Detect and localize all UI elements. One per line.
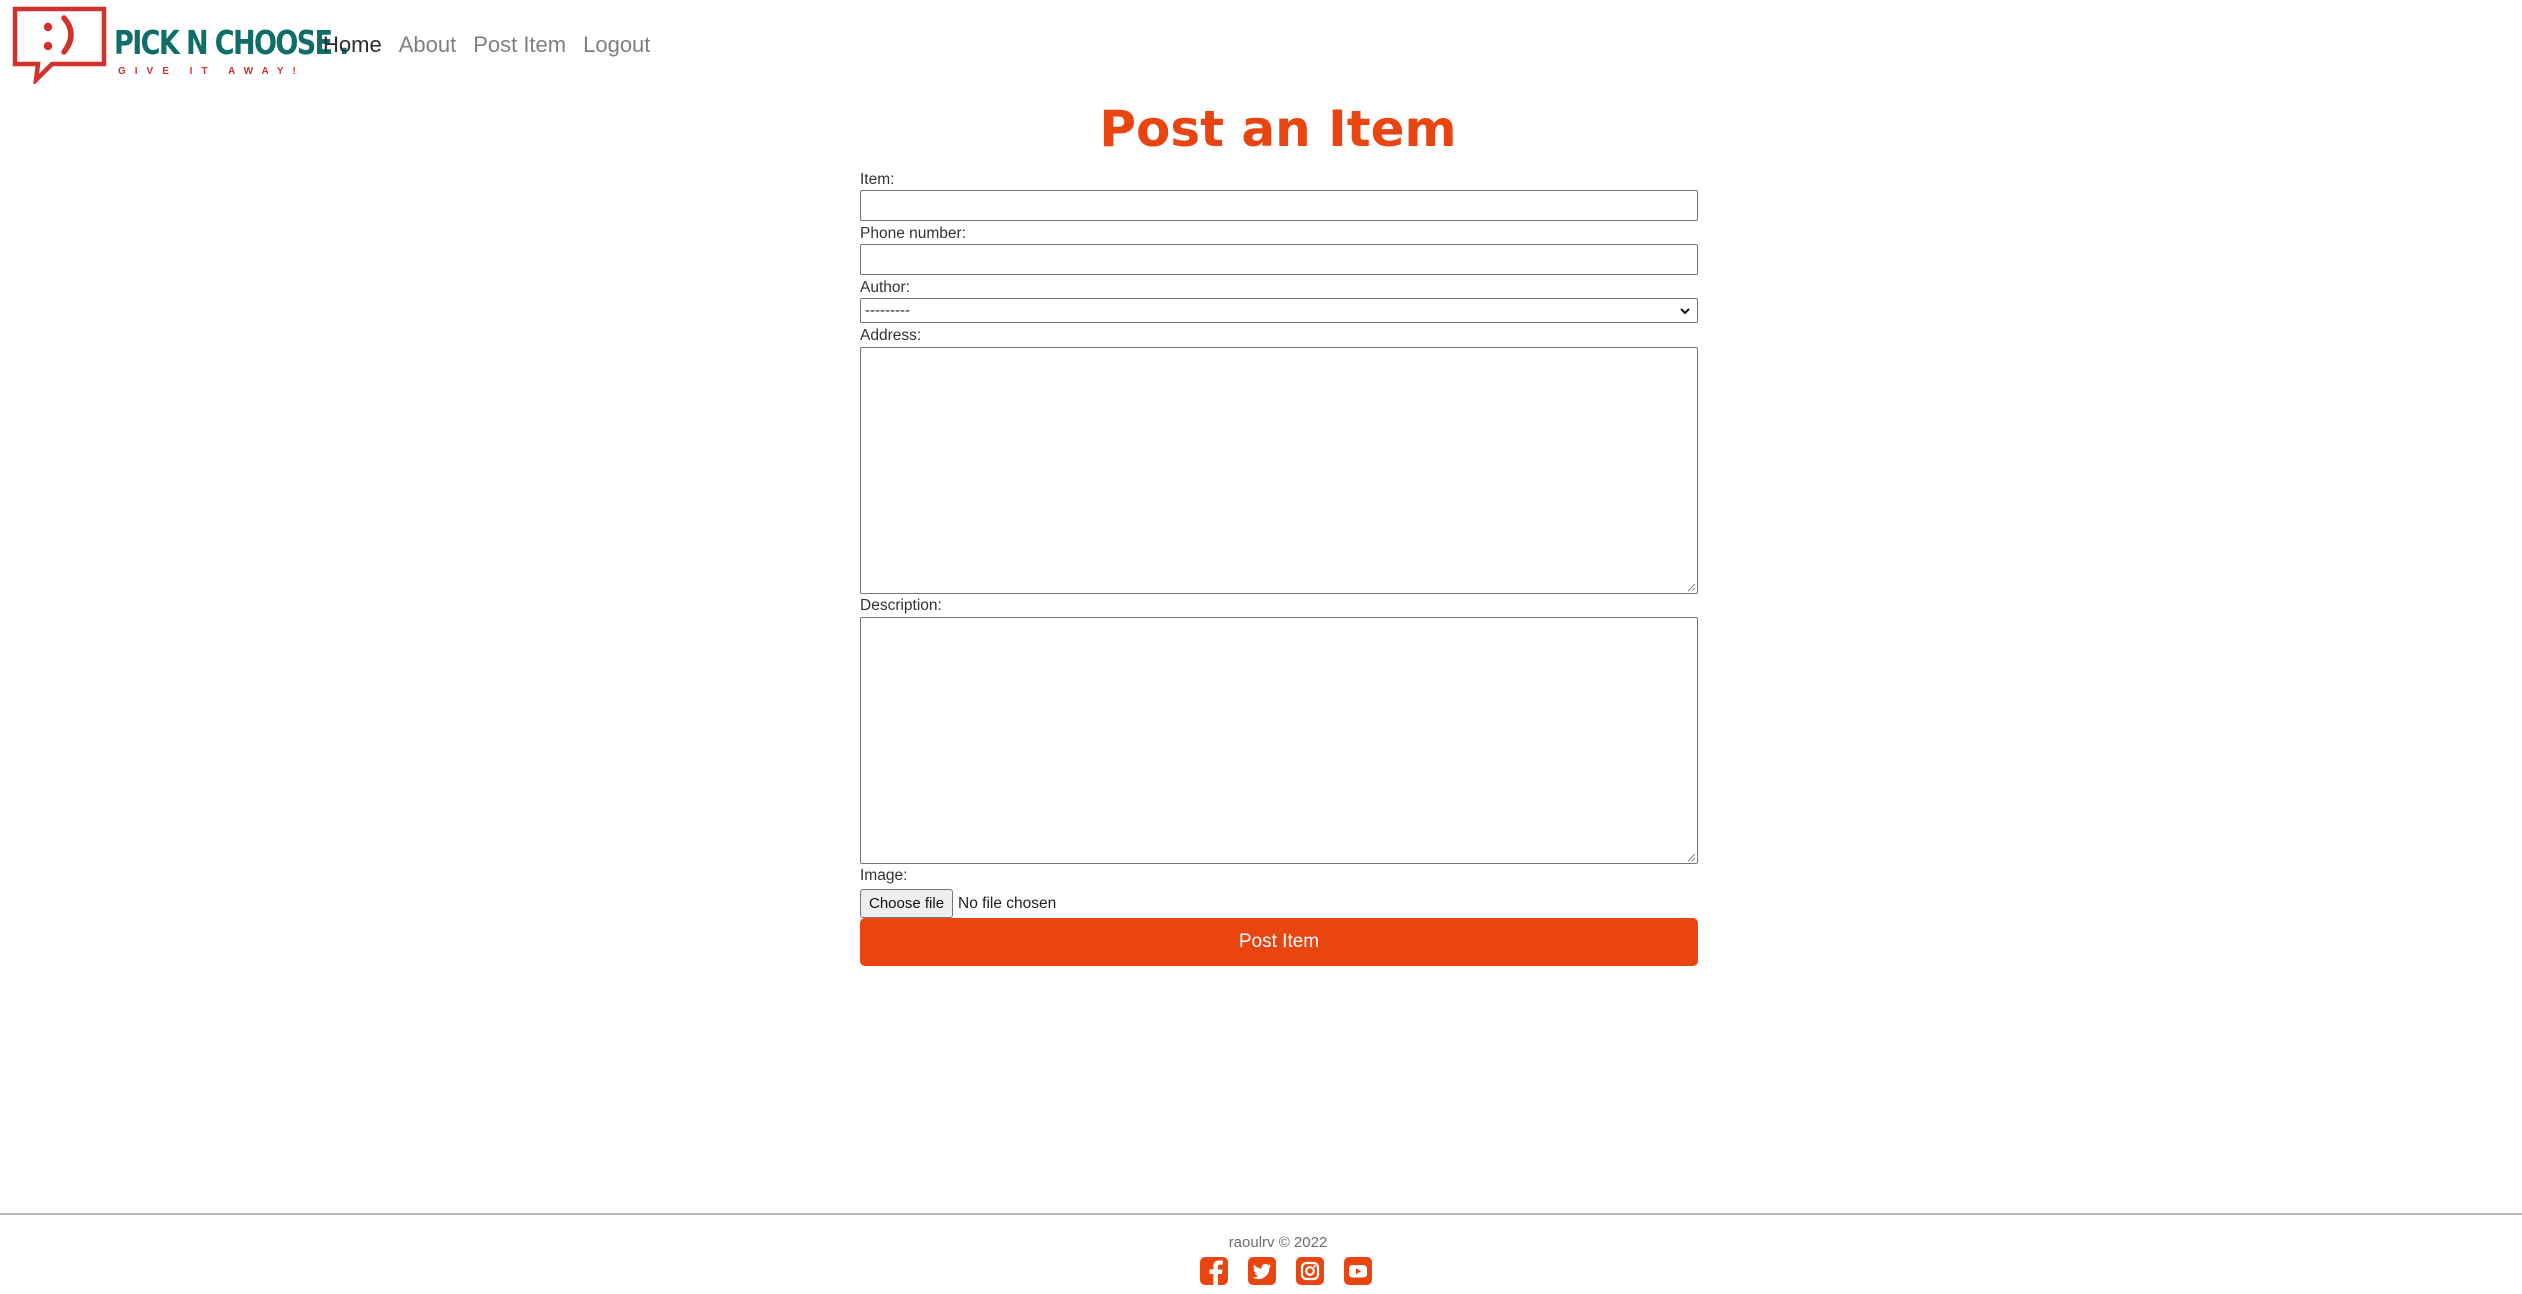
footer-divider [0, 1213, 2522, 1215]
navbar: PICK N CHOOSE . GIVE IT AWAY! Home About… [0, 0, 2522, 90]
image-file-input: Choose file No file chosen [860, 889, 1056, 918]
nav-item-logout[interactable]: Logout [583, 30, 650, 60]
twitter-icon[interactable] [1247, 1256, 1277, 1286]
image-label: Image: [860, 867, 908, 884]
resize-grip-icon[interactable] [1686, 582, 1696, 592]
author-select[interactable]: --------- [860, 298, 1698, 323]
speech-bubble-icon [12, 6, 107, 84]
author-label: Author: [860, 279, 910, 296]
address-label: Address: [860, 327, 922, 344]
description-label: Description: [860, 597, 942, 614]
chevron-down-icon [1680, 308, 1690, 315]
brand-name: PICK N CHOOSE . [114, 23, 349, 62]
nav-links: Home About Post Item Logout [323, 30, 667, 60]
phone-label: Phone number: [860, 225, 966, 242]
copyright-text: raoulrv © 2022 [1228, 1234, 1328, 1251]
choose-file-button[interactable]: Choose file [860, 889, 954, 918]
nav-item-home[interactable]: Home [323, 30, 382, 60]
item-input[interactable] [860, 190, 1698, 221]
brand-logo[interactable]: PICK N CHOOSE . GIVE IT AWAY! [12, 6, 349, 84]
address-textarea[interactable] [860, 347, 1698, 594]
phone-input[interactable] [860, 244, 1698, 275]
file-status-text: No file chosen [958, 894, 1057, 912]
nav-item-post-item[interactable]: Post Item [473, 30, 566, 60]
resize-grip-icon[interactable] [1686, 852, 1696, 862]
social-links [1199, 1256, 1391, 1286]
nav-item-about[interactable]: About [399, 30, 457, 60]
page-title: Post an Item [1099, 100, 1457, 158]
facebook-icon[interactable] [1199, 1256, 1229, 1286]
youtube-icon[interactable] [1343, 1256, 1373, 1286]
brand-tagline: GIVE IT AWAY! [118, 66, 305, 77]
post-item-button[interactable]: Post Item [860, 918, 1698, 966]
item-label: Item: [860, 171, 895, 188]
instagram-icon[interactable] [1295, 1256, 1325, 1286]
author-selected-value: --------- [865, 302, 910, 319]
description-textarea[interactable] [860, 617, 1698, 864]
